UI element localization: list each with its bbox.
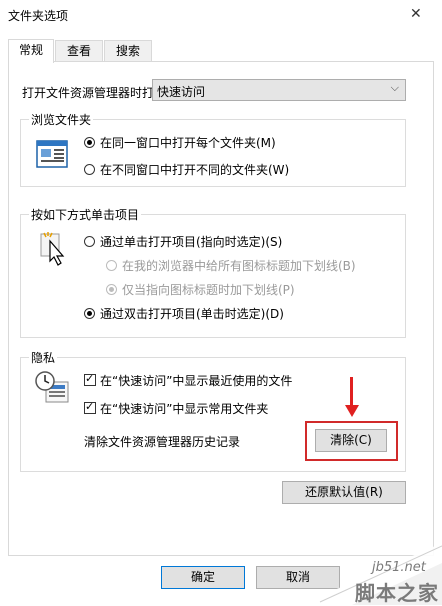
history-clock-icon [35, 371, 69, 403]
radio-new-window[interactable] [84, 164, 95, 175]
radio-single-click[interactable] [84, 236, 95, 247]
window-icon [36, 140, 68, 168]
pointer-click-icon [40, 232, 65, 266]
open-explorer-label: 打开文件资源管理器时打 [22, 86, 155, 100]
clear-history-label: 清除文件资源管理器历史记录 [84, 435, 241, 449]
open-explorer-dropdown[interactable]: 快速访问 ⌵ [152, 79, 406, 101]
tab-general[interactable]: 常规 [8, 39, 54, 63]
option-underline-all: 在我的浏览器中给所有图标标题加下划线(B) [122, 259, 356, 273]
privacy-title: 隐私 [29, 349, 58, 366]
option-underline-hover: 仅当指向图标标题时加下划线(P) [122, 283, 295, 297]
annotation-arrow-shaft [350, 377, 353, 407]
browse-folders-title: 浏览文件夹 [29, 111, 94, 128]
title-bar: 文件夹选项 ✕ [0, 0, 442, 30]
option-double-click[interactable]: 通过双击打开项目(单击时选定)(D) [100, 305, 284, 322]
close-icon[interactable]: ✕ [410, 6, 422, 22]
restore-defaults-button[interactable]: 还原默认值(R) [282, 481, 406, 504]
radio-underline-all [106, 260, 117, 271]
ok-button[interactable]: 确定 [161, 566, 245, 589]
chevron-down-icon: ⌵ [390, 81, 399, 94]
option-frequent-folders[interactable]: 在“快速访问”中显示常用文件夹 [100, 400, 268, 417]
option-same-window[interactable]: 在同一窗口中打开每个文件夹(M) [100, 134, 276, 151]
window-title: 文件夹选项 [8, 9, 69, 23]
option-new-window[interactable]: 在不同窗口中打开不同的文件夹(W) [100, 161, 289, 178]
option-single-click[interactable]: 通过单击打开项目(指向时选定)(S) [100, 233, 282, 250]
annotation-arrow-head [345, 405, 359, 417]
tab-view[interactable]: 查看 [55, 40, 103, 62]
radio-underline-hover [106, 284, 117, 295]
checkbox-recent-files[interactable] [84, 372, 96, 386]
tab-search[interactable]: 搜索 [104, 40, 152, 62]
option-recent-files[interactable]: 在“快速访问”中显示最近使用的文件 [100, 372, 292, 389]
watermark-url: jb51.net [372, 560, 426, 575]
open-explorer-value: 快速访问 [157, 85, 206, 99]
radio-double-click[interactable] [84, 308, 95, 319]
annotation-highlight-box [305, 421, 398, 461]
watermark-name: 脚本之家 [355, 581, 439, 605]
radio-same-window[interactable] [84, 137, 95, 148]
checkbox-frequent-folders[interactable] [84, 400, 96, 414]
click-items-title: 按如下方式单击项目 [29, 206, 142, 223]
